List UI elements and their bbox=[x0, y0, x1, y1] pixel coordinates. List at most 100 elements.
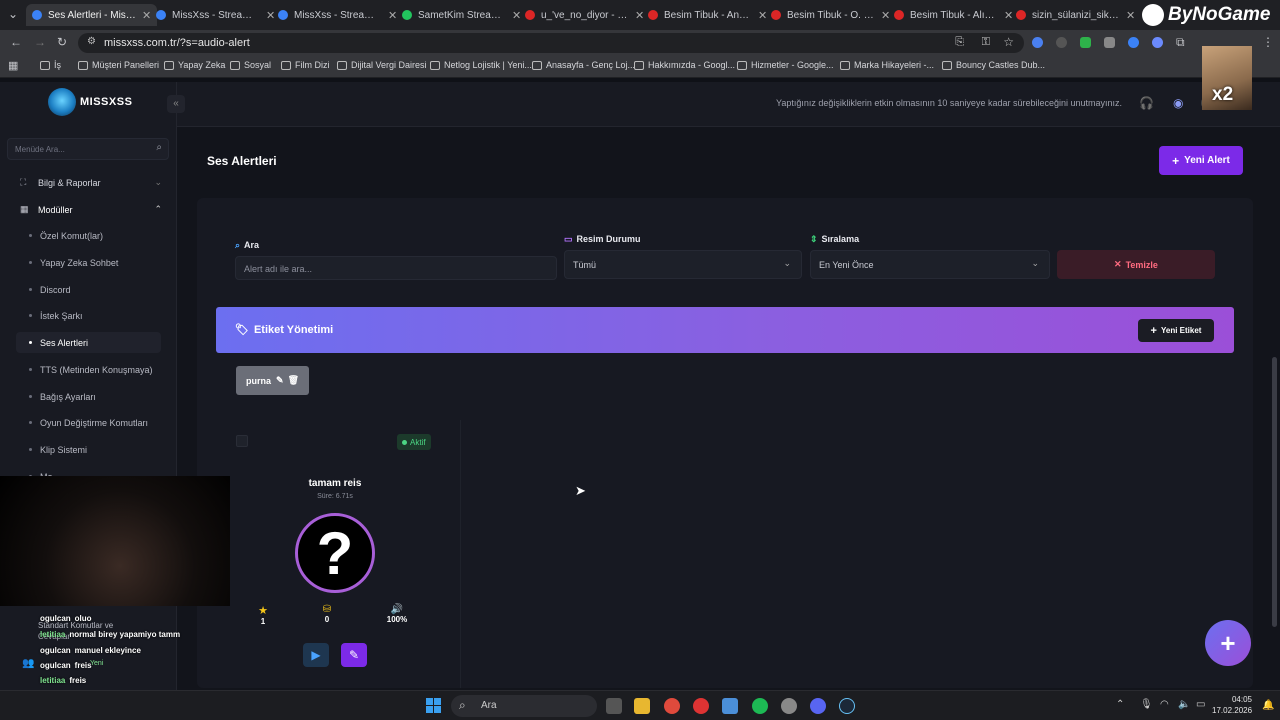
chat-text: oluo bbox=[74, 614, 92, 623]
bookmark-item[interactable]: Netlog Lojistik | Yeni... bbox=[430, 60, 532, 70]
sidebar-item-donations[interactable]: Bağış Ayarları bbox=[16, 386, 161, 407]
menu-kebab-icon[interactable]: ⋮ bbox=[1262, 35, 1274, 49]
app-icon[interactable] bbox=[781, 698, 797, 714]
tray-chevron-icon[interactable]: ⌃ bbox=[1116, 699, 1124, 710]
sidebar-search[interactable]: Menüde Ara... ⌕ bbox=[7, 138, 169, 160]
collapse-sidebar-icon[interactable]: « bbox=[167, 95, 185, 113]
close-tab-icon[interactable]: ✕ bbox=[1126, 9, 1135, 22]
new-tag-button[interactable]: + Yeni Etiket bbox=[1138, 319, 1214, 342]
extension-icon[interactable] bbox=[1032, 37, 1043, 48]
sidebar-item-song-request[interactable]: İstek Şarkı bbox=[16, 305, 161, 326]
headset-icon[interactable]: 🎧 bbox=[1139, 96, 1154, 110]
discord-icon[interactable]: ◉ bbox=[1173, 96, 1183, 110]
bookmark-star-icon[interactable]: ☆ bbox=[1003, 35, 1014, 49]
bookmark-item[interactable]: Yapay Zeka bbox=[164, 60, 225, 70]
forward-icon[interactable]: → bbox=[34, 35, 46, 49]
install-icon[interactable]: ⎘ bbox=[955, 36, 964, 49]
back-icon[interactable]: ← bbox=[10, 35, 22, 49]
bookmark-item[interactable]: Müşteri Panelleri bbox=[78, 60, 159, 70]
bookmark-item[interactable]: Bouncy Castles Dub... bbox=[942, 60, 1045, 70]
browser-tab[interactable]: Besim Tibuk - Ananın ✕ bbox=[642, 4, 773, 26]
taskbar-search[interactable]: ⌕ Ara bbox=[451, 695, 597, 717]
bookmark-item[interactable]: Sosyal bbox=[230, 60, 271, 70]
status-badge: Aktif bbox=[397, 434, 431, 450]
select-checkbox[interactable] bbox=[236, 435, 248, 447]
wifi-icon[interactable]: ◠ bbox=[1160, 699, 1169, 710]
sidebar-item-ai-chat[interactable]: Yapay Zeka Sohbet bbox=[16, 252, 161, 273]
volume-icon[interactable]: 🔈 bbox=[1178, 699, 1190, 710]
bookmark-item[interactable]: İş bbox=[40, 60, 61, 70]
address-bar[interactable]: ⚙ missxss.com.tr/?s=audio-alert ⎘ ⚿ ☆ bbox=[78, 33, 1024, 53]
bookmark-icon bbox=[942, 60, 952, 70]
browser-tab[interactable]: MissXss - Streamer Pan✕ bbox=[272, 4, 403, 26]
task-view-icon[interactable] bbox=[606, 698, 622, 714]
spotify-icon[interactable] bbox=[752, 698, 768, 714]
app-icon[interactable] bbox=[722, 698, 738, 714]
key-icon[interactable]: ⚿ bbox=[982, 36, 990, 49]
clear-filters-button[interactable]: ✕ Temizle bbox=[1057, 250, 1215, 279]
browser-tab[interactable]: u_'ve_no_diyor - Insta✕ bbox=[519, 4, 650, 26]
alert-name: tamam reis bbox=[308, 478, 362, 489]
sidebar-item-game-commands[interactable]: Oyun Değiştirme Komutları bbox=[16, 412, 161, 433]
sort-select[interactable]: En Yeni Önce ⌄ bbox=[810, 250, 1050, 279]
bookmark-item[interactable]: Hakkımızda - Googl... bbox=[634, 60, 735, 70]
apps-grid-icon[interactable]: ▦ bbox=[8, 59, 18, 72]
sort-icon: ⇕ bbox=[810, 234, 818, 244]
extension-icon[interactable] bbox=[1104, 37, 1115, 48]
browser-tab[interactable]: sizin_sülanizi_sikim_d ✕ bbox=[1010, 4, 1141, 26]
extension-icon[interactable] bbox=[1056, 37, 1067, 48]
tab-search-icon[interactable]: ⌄ bbox=[8, 7, 18, 21]
windows-start-icon[interactable] bbox=[426, 698, 441, 713]
steam-icon[interactable] bbox=[839, 698, 855, 714]
browser-tab[interactable]: SametKim Stream - W✕ bbox=[396, 4, 527, 26]
image-status-select[interactable]: Tümü ⌄ bbox=[564, 250, 802, 279]
trash-icon[interactable]: 🗑 bbox=[288, 375, 299, 386]
bookmark-item[interactable]: Dijital Vergi Dairesi bbox=[337, 60, 427, 70]
browser-tab[interactable]: Besim Tibuk - Alın Sil ✕ bbox=[888, 4, 1019, 26]
edit-alert-button[interactable]: ✎ bbox=[341, 643, 367, 667]
extension-icon[interactable] bbox=[1152, 37, 1163, 48]
sidebar-item-sound-alerts[interactable]: Ses Alertleri bbox=[16, 332, 161, 353]
browser-tab[interactable]: Besim Tibuk - O. Çoc ✕ bbox=[765, 4, 896, 26]
chrome-profile-icon[interactable] bbox=[693, 698, 709, 714]
sidebar-group-modules[interactable]: ▦ Modüller ⌃ bbox=[20, 204, 162, 215]
edit-icon: ✎ bbox=[348, 648, 360, 662]
alert-image-placeholder[interactable]: ? bbox=[295, 513, 375, 593]
edit-icon[interactable]: ✎ bbox=[276, 375, 284, 386]
clock[interactable]: 04:05 17.02.2026 bbox=[1212, 694, 1252, 716]
sidebar-group-reports[interactable]: ⛶ Bilgi & Raporlar ⌄ bbox=[20, 177, 162, 188]
extensions-puzzle-icon[interactable]: ⧉ bbox=[1176, 35, 1185, 50]
logo-text: MISSXSS bbox=[80, 96, 133, 108]
extension-icon[interactable] bbox=[1080, 37, 1091, 48]
battery-icon[interactable]: ▭ bbox=[1196, 699, 1205, 710]
microphone-icon[interactable]: 🎙 bbox=[1140, 699, 1153, 710]
play-button[interactable]: ▶ bbox=[303, 643, 329, 667]
sidebar-search-input[interactable]: Menüde Ara... bbox=[15, 145, 65, 154]
add-floating-button[interactable]: + bbox=[1205, 620, 1251, 666]
reload-icon[interactable]: ↻ bbox=[57, 35, 67, 49]
bookmark-item[interactable]: Film Dizi bbox=[281, 60, 330, 70]
sidebar-item-discord[interactable]: Discord bbox=[16, 279, 161, 300]
stat-rank: ★ 1 bbox=[251, 604, 275, 626]
bookmark-item[interactable]: Marka Hikayeleri -... bbox=[840, 60, 934, 70]
sidebar-item-custom-commands[interactable]: Özel Komut(lar) bbox=[16, 225, 161, 246]
chrome-icon[interactable] bbox=[664, 698, 680, 714]
new-alert-button[interactable]: + Yeni Alert bbox=[1159, 146, 1243, 175]
discord-icon[interactable] bbox=[810, 698, 826, 714]
bookmark-item[interactable]: Hizmetler - Google... bbox=[737, 60, 834, 70]
chat-message: ogulcan oluo bbox=[40, 614, 92, 623]
sidebar-item-clips[interactable]: Klip Sistemi bbox=[16, 439, 161, 460]
alert-search-input[interactable]: Alert adı ile ara... bbox=[235, 256, 557, 280]
logo[interactable]: MISSXSS bbox=[48, 88, 132, 116]
page-scrollbar[interactable] bbox=[1272, 357, 1277, 627]
browser-tab[interactable]: MissXss - Streamer Pan✕ bbox=[150, 4, 281, 26]
file-explorer-icon[interactable] bbox=[634, 698, 650, 714]
bookmark-item[interactable]: Anasayfa - Genç Loj... bbox=[532, 60, 635, 70]
browser-tab[interactable]: Ses Alertleri - MissXss✕ bbox=[26, 4, 158, 26]
bookmark-label: Netlog Lojistik | Yeni... bbox=[444, 60, 532, 70]
notification-icon[interactable]: 🔔 bbox=[1262, 700, 1274, 711]
tag-chip[interactable]: purna ✎ 🗑 bbox=[236, 366, 309, 395]
extension-icon[interactable] bbox=[1128, 37, 1139, 48]
sidebar-item-tts[interactable]: TTS (Metinden Konuşmaya) bbox=[16, 359, 161, 380]
site-info-icon[interactable]: ⚙ bbox=[87, 36, 96, 47]
